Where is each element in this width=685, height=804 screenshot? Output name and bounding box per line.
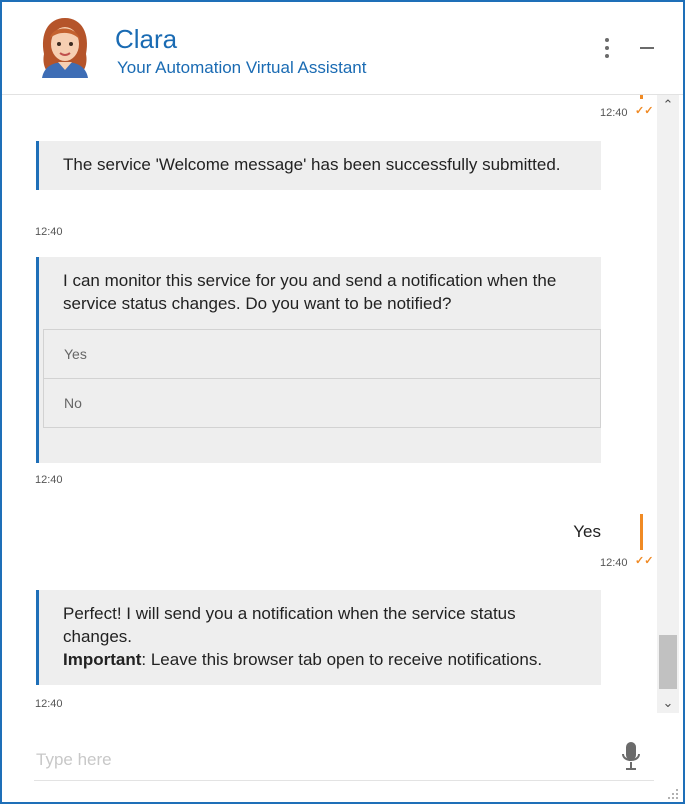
chat-header: Clara Your Automation Virtual Assistant (2, 2, 683, 95)
message-text: Perfect! I will send you a notification … (39, 590, 601, 685)
resize-grip-icon[interactable] (667, 788, 679, 800)
previous-user-message-marker (640, 95, 643, 99)
message-input[interactable] (34, 746, 608, 774)
chat-window: Clara Your Automation Virtual Assistant … (0, 0, 685, 804)
message-list[interactable]: 12:40 ✓✓ The service 'Welcome message' h… (2, 95, 657, 715)
message-time: 12:40 (600, 557, 628, 569)
message-time: 12:40 (600, 107, 628, 119)
chat-scrollbar[interactable]: ⌃ ⌄ (657, 95, 679, 713)
message-time: 12:40 (35, 474, 63, 486)
input-area (2, 722, 683, 802)
scroll-up-icon[interactable]: ⌃ (657, 95, 679, 115)
minimize-icon[interactable] (638, 38, 658, 58)
input-underline (34, 780, 654, 781)
scroll-thumb[interactable] (659, 635, 677, 689)
assistant-name: Clara (115, 24, 178, 54)
bot-message: The service 'Welcome message' has been s… (36, 141, 601, 190)
scroll-down-icon[interactable]: ⌄ (657, 693, 679, 713)
check-icon: ✓✓ (635, 105, 654, 117)
option-no-button[interactable]: No (43, 379, 601, 428)
user-message-marker (640, 514, 643, 550)
important-label: Important (63, 650, 142, 669)
more-vertical-icon[interactable] (598, 34, 616, 62)
message-text: The service 'Welcome message' has been s… (63, 155, 561, 174)
option-yes-button[interactable]: Yes (43, 329, 601, 379)
assistant-subtitle: Your Automation Virtual Assistant (117, 58, 367, 77)
message-time: 12:40 (35, 698, 63, 710)
message-time: 12:40 (35, 226, 63, 238)
bot-message: Perfect! I will send you a notification … (36, 590, 601, 685)
bot-message: I can monitor this service for you and s… (36, 257, 601, 463)
check-icon: ✓✓ (635, 555, 654, 567)
assistant-avatar (42, 18, 88, 78)
important-text: : Leave this browser tab open to receive… (141, 650, 543, 669)
message-text-main: Perfect! I will send you a notification … (63, 604, 516, 646)
microphone-icon[interactable] (620, 740, 642, 772)
message-text: I can monitor this service for you and s… (63, 271, 557, 313)
user-message: Yes (573, 522, 601, 541)
